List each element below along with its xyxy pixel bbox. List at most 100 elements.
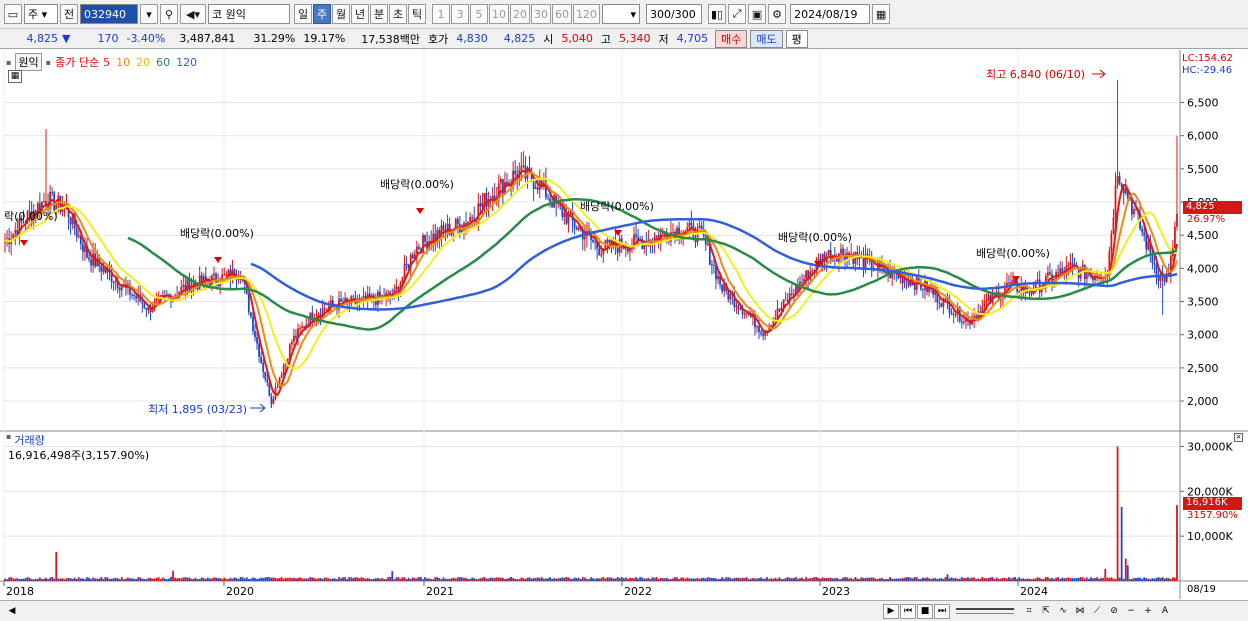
volume-bar	[862, 578, 865, 581]
interval-button[interactable]: 5	[470, 4, 488, 24]
volume-bar	[495, 577, 498, 581]
period-tab[interactable]: 초	[389, 4, 407, 24]
volume-bar	[59, 578, 62, 581]
last-page-icon[interactable]: ⏭	[934, 603, 950, 619]
volume-bar	[153, 578, 156, 581]
stock-name: 원익	[225, 8, 246, 21]
count-input[interactable]: 300/300	[646, 4, 702, 24]
volume-bar	[55, 551, 58, 581]
settings-gear-icon[interactable]: ⚙	[768, 4, 787, 24]
price-tick-label: 6,000	[1187, 130, 1219, 143]
auto-scale-icon[interactable]: A	[1157, 604, 1173, 619]
draw-cycle-icon[interactable]: ⊘	[1106, 604, 1122, 619]
interval-button[interactable]: 30	[531, 4, 551, 24]
zoom-out-icon[interactable]: −	[1123, 604, 1139, 619]
volume-bar	[92, 577, 95, 581]
candle-body	[424, 235, 426, 242]
volume-bar	[249, 578, 252, 581]
ma-period-10[interactable]: 10	[116, 56, 130, 69]
interval-custom-select[interactable]: ▾	[602, 4, 640, 24]
calendar-icon[interactable]: ▦	[872, 4, 891, 24]
stock-code-input[interactable]: 032940	[80, 4, 138, 24]
candle-body	[778, 308, 781, 311]
volume-bar	[698, 578, 701, 581]
zoom-in-icon[interactable]: +	[1140, 604, 1156, 619]
candle-body	[1038, 279, 1041, 293]
interval-button[interactable]: 10	[489, 4, 509, 24]
volume-panel-title[interactable]: 거래량	[14, 432, 44, 448]
period-tab[interactable]: 년	[351, 4, 369, 24]
prev-button[interactable]: 전	[60, 4, 78, 24]
draw-wave-icon[interactable]: ∿	[1055, 604, 1071, 619]
first-page-icon[interactable]: ⏮	[900, 603, 916, 619]
volume-bar	[626, 578, 629, 581]
scroll-right-icon[interactable]: ▶	[883, 603, 899, 619]
interval-button[interactable]: 1	[432, 4, 450, 24]
volume-bar	[885, 579, 887, 581]
eval-button[interactable]: 평	[785, 29, 808, 48]
volume-bar	[440, 579, 443, 581]
window-menu-icon[interactable]: ▭	[4, 4, 22, 24]
buy-button[interactable]: 매수	[715, 29, 748, 48]
low-label: 저	[658, 32, 669, 46]
table-icon[interactable]: ▦	[8, 70, 22, 83]
ma-label[interactable]: 종가 단순	[55, 54, 99, 70]
period-tab[interactable]: 주	[313, 4, 331, 24]
draw-pattern-icon[interactable]: ⋈	[1072, 604, 1088, 619]
candle-body	[155, 298, 158, 302]
chart-area[interactable]: 6,5006,0005,5005,0004,5004,0003,5003,000…	[0, 50, 1248, 600]
candle-body	[600, 254, 603, 256]
stock-name-box[interactable]: 코 원익	[208, 4, 290, 24]
indicator-icon[interactable]: ⤢	[728, 4, 747, 24]
price-panel-title[interactable]: 원익	[15, 53, 42, 71]
zoom-slider[interactable]	[956, 608, 1014, 614]
scroll-left-icon[interactable]: ◀	[4, 604, 20, 619]
period-tab[interactable]: 틱	[408, 4, 426, 24]
volume-bar	[317, 578, 320, 581]
volume-bar	[694, 578, 697, 581]
interval-button[interactable]: 20	[510, 4, 530, 24]
candle-body	[252, 316, 254, 332]
dividend-label: 배당락(0.00%)	[778, 231, 852, 244]
volume-bar	[172, 570, 174, 581]
draw-line-icon[interactable]: ⌗	[1021, 604, 1037, 619]
volume-legend: ▪ 거래량	[6, 432, 45, 448]
candle-body	[456, 219, 459, 225]
volume-bar	[323, 577, 326, 581]
candle-body	[1036, 279, 1039, 282]
volume-bar	[557, 578, 560, 581]
ma-period-120[interactable]: 120	[176, 56, 197, 69]
draw-trend-icon[interactable]: ⟋	[1089, 604, 1105, 619]
period-tab[interactable]: 월	[332, 4, 350, 24]
volume-bar	[831, 578, 834, 581]
sell-button[interactable]: 매도	[750, 29, 783, 48]
candle-type-icon[interactable]: ▮▯	[708, 4, 727, 24]
ma-period-5[interactable]: 5	[103, 56, 110, 69]
volume-bar	[358, 578, 361, 581]
draw-fib-icon[interactable]: ⇱	[1038, 604, 1054, 619]
candle-body	[774, 317, 777, 320]
period-tab[interactable]: 분	[370, 4, 388, 24]
market-select[interactable]: 주 ▾	[24, 4, 58, 24]
save-icon[interactable]: ▣	[748, 4, 767, 24]
volume-bar	[51, 576, 54, 581]
interval-button[interactable]: 3	[451, 4, 469, 24]
search-icon[interactable]: ⚲	[160, 4, 178, 24]
volume-bar	[325, 577, 328, 581]
stop-icon[interactable]: ■	[917, 603, 933, 619]
chart-canvas[interactable]: 6,5006,0005,5005,0004,5004,0003,5003,000…	[0, 50, 1248, 600]
volume-bar	[53, 578, 56, 581]
volume-bar	[1090, 577, 1092, 581]
close-panel-icon[interactable]: ×	[1234, 433, 1243, 442]
code-dropdown-icon[interactable]: ▾	[140, 4, 158, 24]
interval-button[interactable]: 120	[573, 4, 600, 24]
candle-body	[760, 331, 762, 334]
period-tab[interactable]: 일	[294, 4, 312, 24]
date-input[interactable]: 2024/08/19	[790, 4, 871, 24]
ma-period-60[interactable]: 60	[156, 56, 170, 69]
ma-period-20[interactable]: 20	[136, 56, 150, 69]
volume-bar	[344, 576, 347, 581]
volume-bar	[497, 577, 500, 581]
speaker-icon[interactable]: ◀▾	[180, 4, 206, 24]
interval-button[interactable]: 60	[552, 4, 572, 24]
